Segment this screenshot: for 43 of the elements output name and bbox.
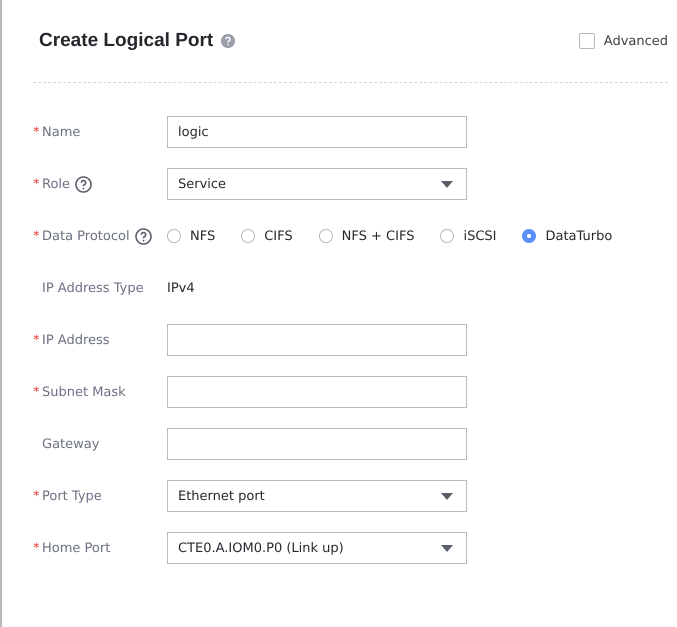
field-label: IP Address (42, 332, 110, 348)
field-value: IPv4 (167, 280, 195, 296)
dropdown[interactable]: Ethernet port (167, 480, 467, 512)
radio-option[interactable]: NFS (167, 228, 216, 244)
text-field[interactable] (167, 428, 467, 460)
radio-option[interactable]: NFS + CIFS (318, 228, 414, 244)
required-asterisk: * (33, 488, 40, 504)
dropdown[interactable]: Service (167, 168, 467, 200)
field-label: Home Port (42, 540, 110, 556)
caret-icon (441, 544, 453, 552)
text-field[interactable]: logic (167, 116, 467, 148)
field-label: Role (42, 176, 70, 192)
dropdown[interactable]: CTE0.A.IOM0.P0 (Link up) (167, 532, 467, 564)
advanced-label: Advanced (604, 34, 668, 48)
help-icon[interactable] (221, 34, 236, 48)
help-icon[interactable] (134, 228, 152, 244)
required-asterisk: * (33, 332, 40, 348)
help-icon[interactable] (75, 176, 92, 192)
radio-button[interactable] (241, 229, 256, 243)
text-field[interactable] (167, 324, 467, 356)
required-asterisk: * (33, 228, 40, 244)
radio-button[interactable] (522, 229, 536, 243)
field-label: Data Protocol (42, 228, 130, 244)
caret-icon (441, 180, 453, 188)
required-asterisk: * (33, 540, 40, 556)
required-asterisk: * (33, 384, 40, 400)
radio-button[interactable] (167, 229, 181, 243)
required-asterisk: * (33, 124, 40, 140)
advanced-checkbox[interactable] (578, 33, 595, 49)
field-label: Port Type (42, 488, 102, 504)
radio-button[interactable] (440, 229, 454, 243)
radio-option[interactable]: DataTurbo (522, 228, 612, 244)
field-label: IP Address Type (42, 280, 144, 296)
text-field[interactable] (167, 376, 467, 408)
radio-option[interactable]: iSCSI (440, 228, 496, 244)
field-label: Subnet Mask (42, 384, 126, 400)
caret-icon (441, 492, 453, 500)
required-asterisk: * (33, 176, 40, 192)
radio-button[interactable] (318, 229, 333, 243)
radio-option[interactable]: CIFS (241, 228, 293, 244)
field-label: Name (42, 124, 80, 140)
field-label: Gateway (42, 436, 100, 452)
dialog-title: Create Logical Port (39, 30, 214, 52)
